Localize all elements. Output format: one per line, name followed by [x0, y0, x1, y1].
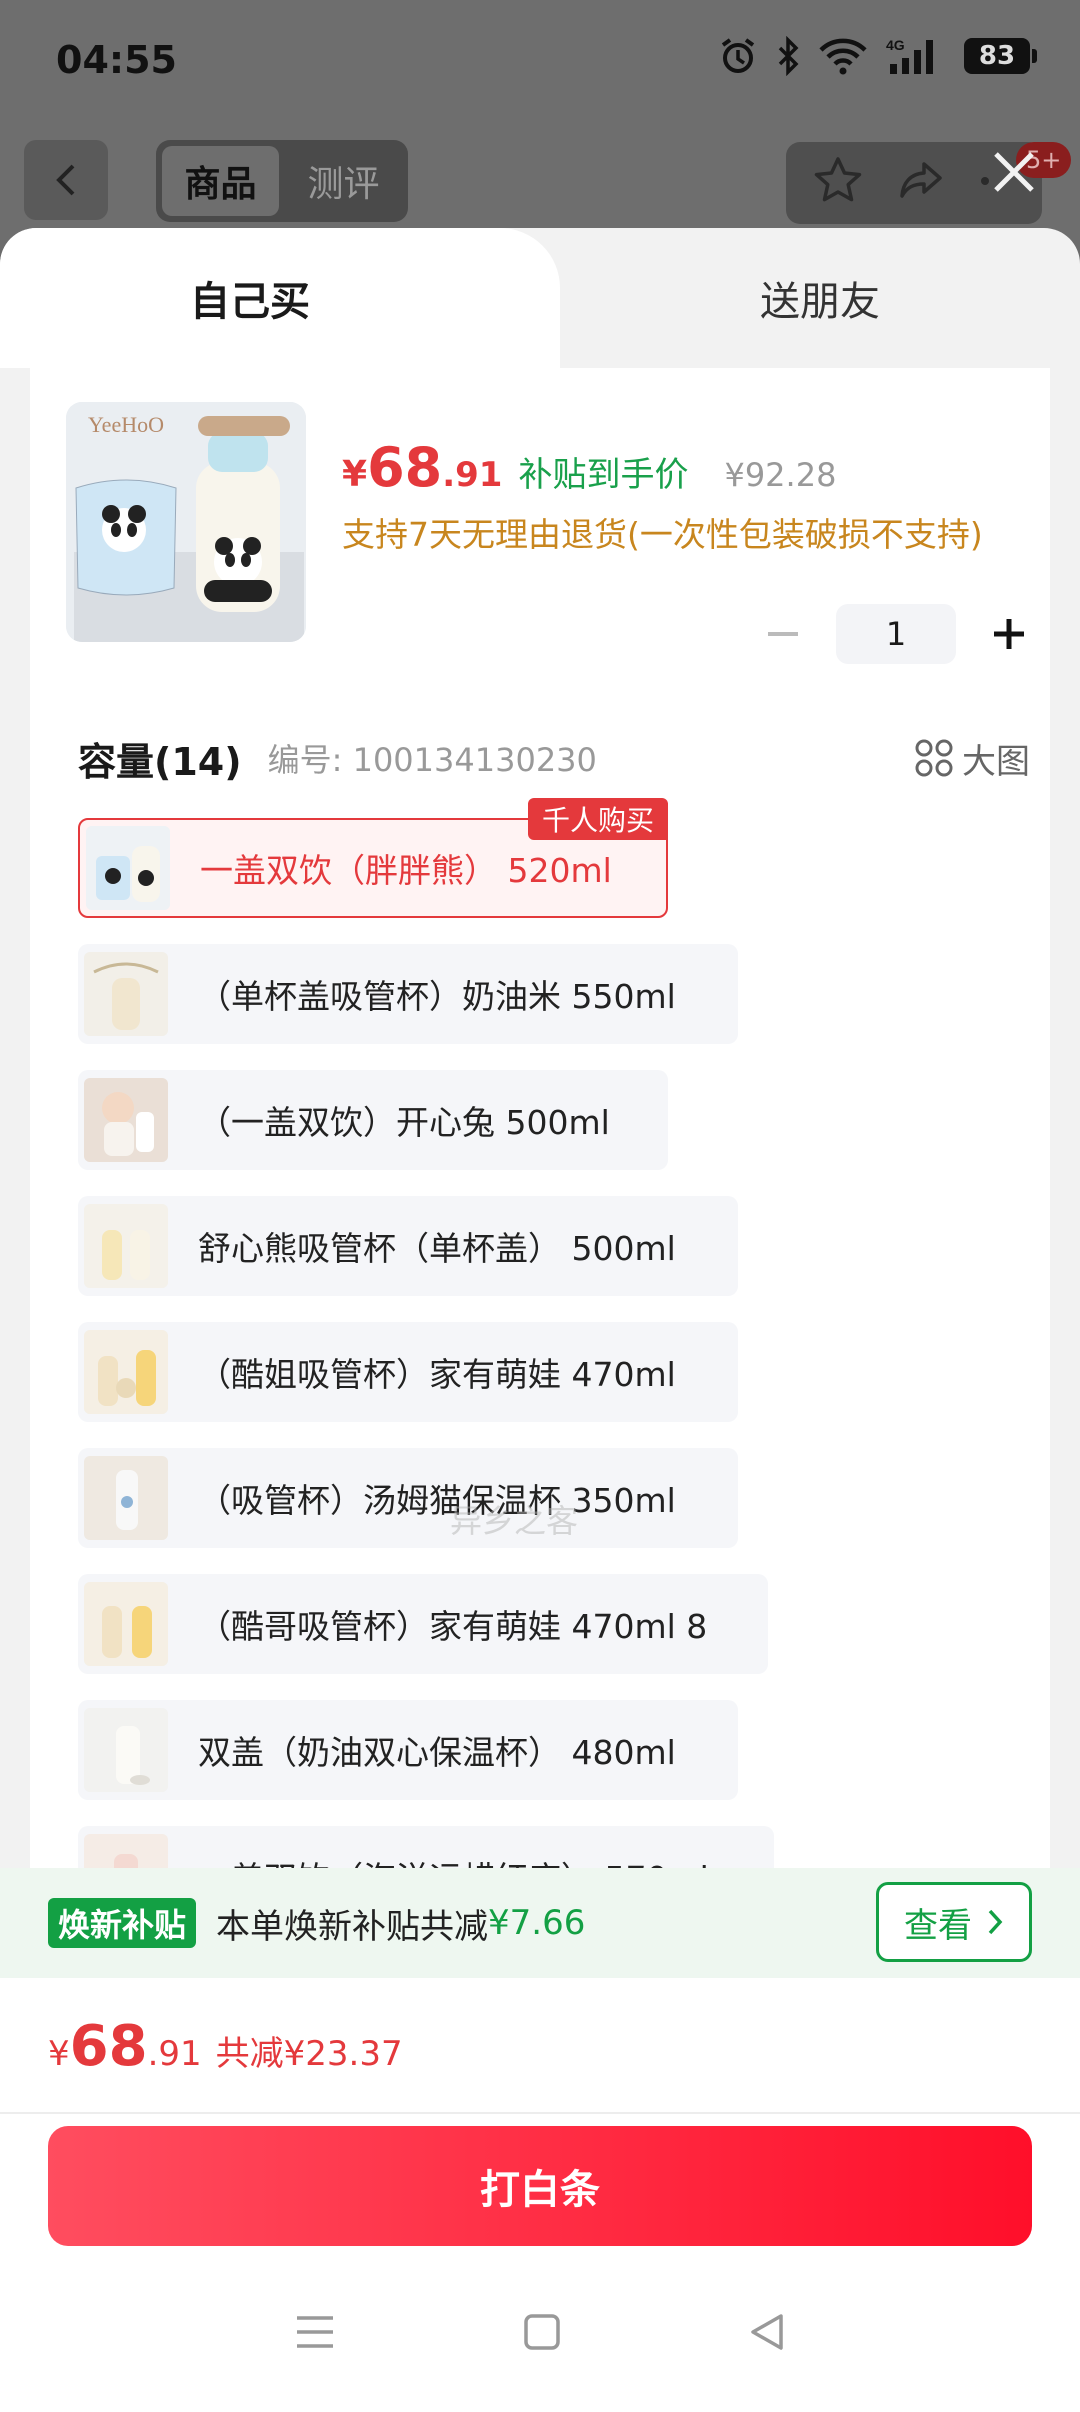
- total-integer: 68: [69, 2014, 148, 2079]
- quantity-input[interactable]: 1: [836, 604, 956, 664]
- spec-title: 容量(14): [78, 739, 242, 784]
- option-thumbnail: [84, 1582, 168, 1666]
- buy-area: 打白条: [0, 2114, 1080, 2412]
- spec-option[interactable]: （酷姐吸管杯）家有萌娃 470ml: [78, 1322, 738, 1422]
- total-saving: 共减¥23.37: [215, 2034, 403, 2074]
- spec-option[interactable]: 双盖（奶油双心保温杯） 480ml: [78, 1700, 738, 1800]
- svg-text:4G: 4G: [886, 37, 905, 53]
- home-icon[interactable]: [522, 2312, 562, 2356]
- status-bar: 04:55 4G 83: [0, 0, 1080, 124]
- option-label: 双盖（奶油双心保温杯） 480ml: [198, 1733, 676, 1772]
- original-price: ¥92.28: [724, 456, 837, 494]
- decrease-quantity-button[interactable]: [748, 604, 818, 664]
- price-integer: 68: [367, 436, 443, 499]
- background-nav: 商品 测评: [0, 138, 1080, 228]
- total-bar: ¥ 68 .91 共减¥23.37: [0, 1978, 1080, 2112]
- sheet-content: YeeHoO ¥ 68 .91 补贴到手价 ¥92.28 支持7天无理由退货(一…: [30, 368, 1050, 1926]
- subsidy-banner: 焕新补贴 本单焕新补贴共减 ¥7.66 查看: [0, 1868, 1080, 1978]
- option-thumbnail: [84, 952, 168, 1036]
- option-label: （吸管杯）汤姆猫保温杯 350ml: [198, 1481, 676, 1520]
- share-icon[interactable]: [894, 154, 948, 212]
- status-icons: 4G 83: [718, 36, 1037, 76]
- option-label: （酷姐吸管杯）家有萌娃 470ml: [198, 1355, 676, 1394]
- option-label: （一盖双饮）开心兔 500ml: [198, 1103, 610, 1142]
- tab-review[interactable]: 测评: [285, 146, 402, 216]
- product-tabs: 商品 测评: [156, 140, 408, 222]
- pay-with-baitiao-button[interactable]: 打白条: [48, 2126, 1032, 2246]
- option-label: 一盖双饮（胖胖熊） 520ml: [200, 851, 612, 890]
- tab-product[interactable]: 商品: [162, 146, 279, 216]
- option-label: （酷哥吸管杯）家有萌娃 470ml 8: [198, 1607, 708, 1646]
- close-icon: [994, 152, 1034, 192]
- purchase-sheet: 送朋友 自己买 YeeHoO ¥ 68 .91 补贴到手价 ¥92.28 支持7…: [0, 228, 1080, 2412]
- alarm-icon: [718, 36, 758, 76]
- product-image[interactable]: YeeHoO: [66, 402, 306, 642]
- price-currency: ¥: [342, 454, 368, 495]
- option-label: （单杯盖吸管杯）奶油米 550ml: [198, 977, 676, 1016]
- battery-indicator: 83: [964, 38, 1037, 74]
- option-thumbnail: [84, 1708, 168, 1792]
- option-thumbnail: [86, 826, 170, 910]
- option-thumbnail: [84, 1330, 168, 1414]
- chevron-left-icon: [56, 164, 75, 196]
- popular-badge: 千人购买: [527, 798, 668, 840]
- big-image-toggle[interactable]: 大图: [914, 734, 1030, 783]
- watermark: 异乡之客: [450, 1502, 579, 1540]
- background-page: 04:55 4G 83 商品 测评 5+: [0, 0, 1080, 240]
- view-subsidy-label: 查看: [904, 1905, 972, 1946]
- spec-option[interactable]: 舒心熊吸管杯（单杯盖） 500ml: [78, 1196, 738, 1296]
- increase-quantity-button[interactable]: [974, 604, 1044, 664]
- close-button[interactable]: [982, 140, 1046, 204]
- price-row: ¥ 68 .91 补贴到手价 ¥92.28: [342, 436, 836, 499]
- grid-icon: [915, 739, 953, 777]
- svg-text:YeeHoO: YeeHoO: [88, 412, 164, 437]
- view-subsidy-button[interactable]: 查看: [876, 1882, 1032, 1962]
- option-thumbnail: [84, 1078, 168, 1162]
- option-thumbnail: [84, 1456, 168, 1540]
- chevron-right-icon: [988, 1909, 1003, 1935]
- wifi-icon: [818, 36, 868, 76]
- total-currency: ¥: [48, 2034, 70, 2074]
- quantity-stepper: 1: [748, 604, 1044, 664]
- product-code: 编号: 100134130230: [267, 741, 597, 779]
- plus-icon: [994, 619, 1024, 649]
- big-image-label: 大图: [962, 741, 1030, 782]
- bluetooth-icon: [776, 36, 800, 76]
- spec-option[interactable]: （单杯盖吸管杯）奶油米 550ml: [78, 944, 738, 1044]
- subsidy-text: 本单焕新补贴共减: [216, 1906, 489, 1947]
- option-thumbnail: [84, 1204, 168, 1288]
- total-decimal: .91: [147, 2034, 202, 2074]
- minus-icon: [768, 632, 798, 636]
- tab-buy-self[interactable]: 自己买: [0, 228, 560, 368]
- tab-gift-friend[interactable]: 送朋友: [560, 228, 1080, 368]
- back-button[interactable]: [24, 140, 108, 220]
- spec-option[interactable]: （酷哥吸管杯）家有萌娃 470ml 8: [78, 1574, 768, 1674]
- option-label: 舒心熊吸管杯（单杯盖） 500ml: [198, 1229, 676, 1268]
- price-decimal: .91: [442, 455, 503, 495]
- spec-option[interactable]: （一盖双饮）开心兔 500ml: [78, 1070, 668, 1170]
- spec-option[interactable]: （吸管杯）汤姆猫保温杯 350ml: [78, 1448, 738, 1548]
- return-policy-note: 支持7天无理由退货(一次性包装破损不支持): [342, 515, 983, 554]
- spec-option[interactable]: 一盖双饮（胖胖熊） 520ml 千人购买: [78, 798, 668, 918]
- cellular-icon: 4G: [886, 36, 946, 76]
- subsidy-tag: 焕新补贴: [48, 1898, 197, 1948]
- back-icon[interactable]: [747, 2312, 787, 2356]
- star-icon[interactable]: [811, 154, 865, 212]
- status-time: 04:55: [56, 38, 177, 82]
- spec-header: 容量(14) 编号: 100134130230 大图: [78, 728, 1030, 788]
- system-nav-bar: [0, 2274, 1080, 2394]
- subsidy-price-label: 补贴到手价: [518, 455, 689, 495]
- menu-icon[interactable]: [293, 2312, 337, 2356]
- spec-option-list: 一盖双饮（胖胖熊） 520ml 千人购买 （单杯盖吸管杯）奶油米 550ml （…: [78, 798, 1030, 1952]
- purchase-mode-tabs: 送朋友 自己买: [0, 228, 1080, 368]
- subsidy-amount: ¥7.66: [488, 1903, 586, 1943]
